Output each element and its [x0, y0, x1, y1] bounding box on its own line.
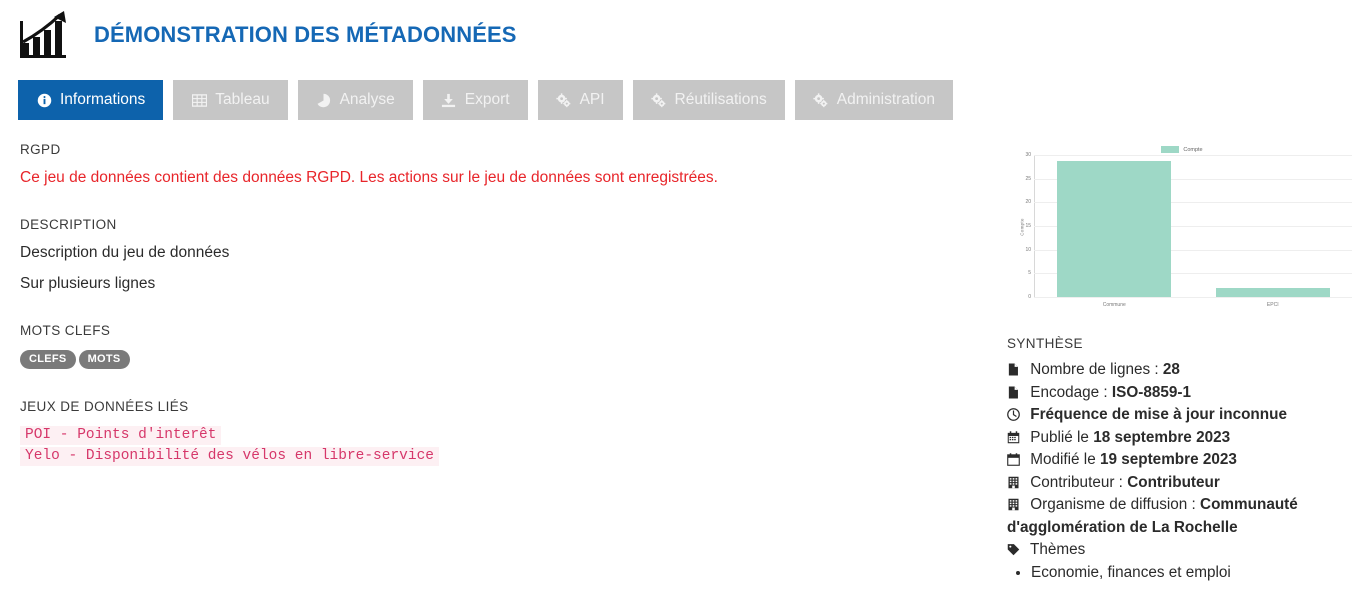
tab-reutilisations[interactable]: Réutilisations — [632, 80, 785, 120]
tag-icon — [1007, 543, 1022, 556]
synthesis-row-value: ISO-8859-1 — [1111, 383, 1191, 401]
description-line: Sur plusieurs lignes — [20, 275, 156, 292]
building-icon — [1007, 498, 1022, 511]
rgpd-section-label: RGPD — [20, 142, 61, 157]
chart-legend: Compte — [1006, 146, 1358, 153]
chart-x-tick: Commune — [1102, 302, 1126, 308]
chart-y-axis-label: Compte — [1019, 218, 1025, 236]
description-line: Description du jeu de données — [20, 244, 230, 261]
table-icon — [191, 92, 207, 108]
calendar-icon — [1007, 453, 1022, 466]
synthesis-row-contributor: Contributeur : Contributeur — [1007, 472, 1360, 495]
tab-api[interactable]: API — [537, 80, 623, 120]
synthesis-row-value: 28 — [1162, 361, 1180, 378]
clock-icon — [1007, 408, 1022, 421]
tab-label: Analyse — [339, 91, 395, 108]
tab-informations[interactable]: Informations — [18, 80, 164, 120]
chart-bar[interactable] — [1215, 287, 1330, 297]
legend-label: Compte — [1183, 146, 1203, 153]
synthesis-row-organization: Organisme de diffusion : Communauté d'ag… — [1007, 494, 1360, 539]
chart-y-tick: 15 — [1025, 223, 1031, 229]
synthesis-row-published: Publié le 18 septembre 2023 — [1007, 427, 1360, 450]
territory-bar-chart[interactable]: Compte Compte 30 25 20 15 10 5 0 Commune… — [1006, 142, 1358, 320]
tab-tableau[interactable]: Tableau — [173, 80, 288, 120]
tab-label: Informations — [60, 91, 146, 108]
rgpd-block: RGPD Ce jeu de données contient des donn… — [20, 142, 990, 187]
file-icon — [1007, 363, 1022, 376]
synthesis-row-prefix: Modifié le — [1030, 451, 1100, 468]
download-icon — [441, 92, 457, 108]
content-area: RGPD Ce jeu de données contient des donn… — [0, 120, 1360, 584]
page-root: DÉMONSTRATION DES MÉTADONNÉES Informatio… — [0, 0, 1360, 604]
chart-x-tick: EPCI — [1266, 302, 1279, 308]
cogs-icon — [813, 92, 829, 108]
rgpd-warning-text: Ce jeu de données contient des données R… — [20, 169, 718, 186]
legend-swatch — [1161, 146, 1180, 153]
synthesis-row-value: 18 septembre 2023 — [1093, 428, 1231, 446]
keyword-list: CLEFS MOTS — [20, 350, 990, 369]
tab-label: Tableau — [215, 91, 270, 108]
tab-label: Administration — [836, 91, 935, 108]
chart-bars: Commune EPCI — [1035, 156, 1353, 308]
chart-bar[interactable] — [1057, 160, 1172, 297]
theme-item: Economie, finances et emploi — [1031, 562, 1360, 585]
chart-y-tick: 25 — [1025, 175, 1031, 182]
themes-list: Economie, finances et emploi — [1007, 562, 1360, 585]
keywords-block: MOTS CLEFS CLEFS MOTS — [20, 323, 990, 369]
synthesis-row-prefix: Contributeur : — [1030, 473, 1128, 491]
synthesis-row-themes: Thèmes — [1007, 539, 1360, 562]
cogs-icon — [651, 92, 667, 108]
chart-plot-area: Compte 30 25 20 15 10 5 0 Commune EPCI — [1019, 152, 1353, 308]
cogs-icon — [556, 92, 572, 108]
chart-y-tick: 5 — [1028, 270, 1031, 277]
tab-label: Réutilisations — [674, 91, 767, 108]
synthesis-row-value: Fréquence de mise à jour inconnue — [1030, 406, 1287, 423]
chart-y-tick: 20 — [1025, 199, 1031, 206]
synthesis-panel: SYNTHÈSE Nombre de lignes : 28 Encodage … — [1000, 336, 1360, 584]
info-circle-icon — [36, 92, 52, 108]
chart-y-tick: 10 — [1025, 246, 1031, 253]
chart-bar-slot: Commune — [1035, 156, 1194, 308]
page-header: DÉMONSTRATION DES MÉTADONNÉES — [0, 0, 1360, 62]
main-tab-bar: Informations Tableau Analyse Export API — [0, 62, 1360, 120]
pie-chart-icon — [316, 92, 332, 108]
tab-analyse[interactable]: Analyse — [297, 80, 413, 120]
linked-datasets-section-label: JEUX DE DONNÉES LIÉS — [20, 399, 189, 414]
tab-label: Export — [464, 91, 510, 108]
left-column: RGPD Ce jeu de données contient des donn… — [0, 142, 990, 584]
linked-dataset-list: POI - Points d'interêt Yelo - Disponibil… — [20, 426, 990, 466]
linked-dataset-link[interactable]: POI - Points d'interêt — [20, 426, 222, 445]
description-block: DESCRIPTION Description du jeu de donnée… — [20, 217, 990, 293]
synthesis-row-prefix: Organisme de diffusion : — [1030, 496, 1201, 513]
building-icon — [1007, 476, 1022, 489]
tab-label: API — [579, 91, 605, 108]
right-column: Compte Compte 30 25 20 15 10 5 0 Commune… — [990, 142, 1360, 584]
synthesis-row-update-frequency: Fréquence de mise à jour inconnue — [1007, 404, 1360, 427]
linked-dataset-link[interactable]: Yelo - Disponibilité des vélos en libre-… — [20, 447, 439, 466]
bar-chart-growth-icon — [18, 9, 74, 61]
linked-datasets-block: JEUX DE DONNÉES LIÉS POI - Points d'inte… — [20, 399, 990, 466]
description-section-label: DESCRIPTION — [20, 217, 117, 232]
synthesis-row-prefix: Nombre de lignes : — [1030, 361, 1163, 378]
chart-y-tick: 30 — [1025, 152, 1031, 158]
chart-y-tick: 0 — [1028, 294, 1031, 300]
keyword-tag[interactable]: MOTS — [78, 350, 130, 369]
synthesis-row-row-count: Nombre de lignes : 28 — [1007, 359, 1360, 382]
synthesis-row-prefix: Publié le — [1030, 428, 1094, 446]
synthesis-section-label: SYNTHÈSE — [1007, 336, 1083, 351]
synthesis-row-encoding: Encodage : ISO-8859-1 — [1007, 382, 1360, 405]
tab-administration[interactable]: Administration — [794, 80, 953, 120]
keywords-section-label: MOTS CLEFS — [20, 323, 111, 338]
file-icon — [1007, 386, 1022, 399]
synthesis-row-modified: Modifié le 19 septembre 2023 — [1007, 449, 1360, 472]
themes-label: Thèmes — [1029, 541, 1086, 558]
keyword-tag[interactable]: CLEFS — [20, 350, 76, 369]
synthesis-row-prefix: Encodage : — [1030, 383, 1112, 401]
chart-bar-slot: EPCI — [1194, 156, 1353, 308]
page-title: DÉMONSTRATION DES MÉTADONNÉES — [94, 22, 517, 47]
synthesis-row-value: 19 septembre 2023 — [1099, 451, 1237, 468]
synthesis-row-value: Contributeur — [1127, 473, 1220, 491]
calendar-icon — [1007, 430, 1022, 444]
tab-export[interactable]: Export — [422, 80, 528, 120]
